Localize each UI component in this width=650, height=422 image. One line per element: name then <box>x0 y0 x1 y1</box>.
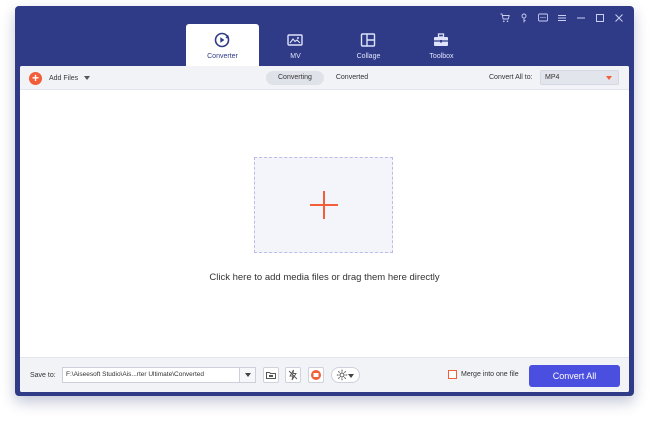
tab-collage-label: Collage <box>356 53 381 60</box>
open-folder-button[interactable] <box>263 367 279 383</box>
main-tabs: Converter MV Collage Toolbox <box>186 24 478 66</box>
tab-converting[interactable]: Converting <box>266 71 324 85</box>
add-files-label: Add Files <box>49 74 79 82</box>
converter-icon <box>213 31 231 49</box>
tab-toolbox-label: Toolbox <box>429 53 454 60</box>
mv-icon <box>286 31 304 49</box>
plus-circle-icon: + <box>29 71 42 85</box>
chevron-down-icon <box>606 76 612 80</box>
merge-checkbox[interactable] <box>448 370 457 379</box>
plus-icon <box>310 191 338 219</box>
output-path-value: F:\Aiseesoft Studio\Ais...rter Ultimate\… <box>66 371 204 378</box>
tab-mv[interactable]: MV <box>259 24 332 66</box>
merge-option[interactable]: Merge into one file <box>448 370 519 379</box>
drop-zone[interactable] <box>254 157 393 253</box>
app-window: Converter MV Collage Toolbox + Add Files <box>15 6 634 396</box>
chevron-down-icon[interactable] <box>84 76 91 80</box>
gpu-on-icon <box>311 370 321 380</box>
minimize-icon[interactable] <box>576 13 586 23</box>
add-files-button[interactable]: + Add Files <box>29 71 91 85</box>
format-value: MP4 <box>545 74 560 81</box>
merge-label: Merge into one file <box>461 371 519 378</box>
path-dropdown-button[interactable] <box>239 368 255 382</box>
menu-icon[interactable] <box>557 13 567 23</box>
collage-icon <box>359 31 377 49</box>
hardware-acceleration-button[interactable] <box>285 367 301 383</box>
tab-converted[interactable]: Converted <box>324 71 380 85</box>
bottom-bar: Save to: F:\Aiseesoft Studio\Ais...rter … <box>20 357 629 392</box>
gpu-acceleration-button[interactable] <box>308 367 324 383</box>
save-to-label: Save to: <box>30 372 56 379</box>
folder-icon <box>266 372 276 379</box>
tab-toolbox[interactable]: Toolbox <box>405 24 478 66</box>
settings-button[interactable] <box>331 367 360 383</box>
tab-collage[interactable]: Collage <box>332 24 405 66</box>
tab-converter-label: Converter <box>207 53 238 60</box>
tab-converter[interactable]: Converter <box>186 24 259 66</box>
feedback-icon[interactable] <box>538 13 548 23</box>
close-icon[interactable] <box>614 13 624 23</box>
window-controls <box>500 9 624 27</box>
toolbox-icon <box>432 31 450 49</box>
tab-mv-label: MV <box>290 53 301 60</box>
format-select[interactable]: MP4 <box>540 70 619 85</box>
gear-icon <box>336 369 348 381</box>
status-segment: Converting Converted <box>266 71 380 85</box>
output-path-field[interactable]: F:\Aiseesoft Studio\Ais...rter Ultimate\… <box>62 367 256 383</box>
chevron-down-icon <box>348 374 354 378</box>
lightning-off-icon <box>288 369 298 381</box>
toolbar: + Add Files Converting Converted Convert… <box>20 66 629 90</box>
converter-panel: + Add Files Converting Converted Convert… <box>20 66 629 392</box>
key-icon[interactable] <box>519 13 529 23</box>
cart-icon[interactable] <box>500 13 510 23</box>
convert-all-to-label: Convert All to: <box>489 74 533 81</box>
maximize-icon[interactable] <box>595 13 605 23</box>
convert-all-button[interactable]: Convert All <box>529 365 620 387</box>
drop-hint[interactable]: Click here to add media files or drag th… <box>20 272 629 283</box>
